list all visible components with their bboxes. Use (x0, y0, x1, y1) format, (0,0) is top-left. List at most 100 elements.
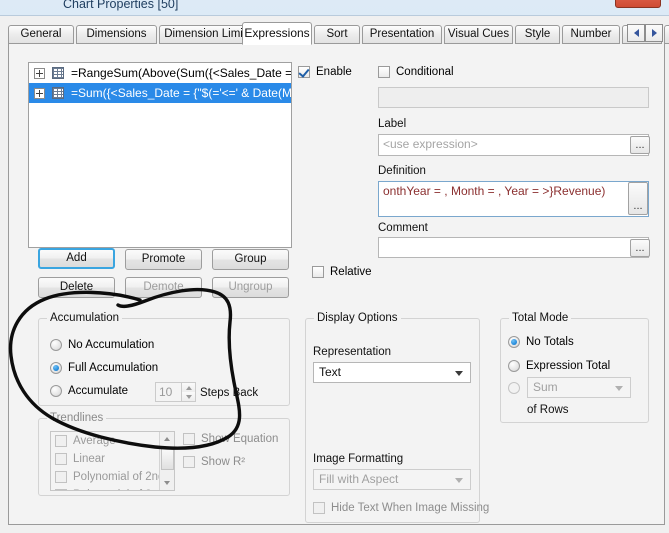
label-expression-builder-button[interactable]: ... (630, 136, 650, 154)
expression-list[interactable]: =RangeSum(Above(Sum({<Sales_Date = {"$ =… (28, 62, 292, 248)
conditional-label: Conditional (396, 66, 454, 78)
tab-number[interactable]: Number (562, 25, 620, 44)
tabstrip: General Dimensions Dimension Limits Expr… (8, 22, 669, 45)
relative-checkbox-row[interactable]: Relative (312, 266, 372, 278)
tab-layout[interactable]: La (664, 25, 669, 44)
representation-value: Text (319, 365, 342, 379)
chevron-right-icon (651, 29, 657, 37)
promote-button[interactable]: Promote (125, 249, 202, 270)
close-window-button[interactable] (615, 0, 661, 8)
relative-checkbox[interactable] (312, 266, 324, 278)
steps-back-spin-buttons[interactable] (181, 382, 196, 402)
caret-down-icon (185, 394, 192, 399)
trendlines-group-title: Trendlines (47, 412, 107, 424)
tab-visual-cues[interactable]: Visual Cues (444, 25, 513, 44)
aggregation-value: Sum (533, 380, 558, 394)
trendlines-list[interactable]: Average Linear Polynomial of 2nd d Polyn… (50, 431, 175, 491)
no-totals-label: No Totals (526, 336, 574, 348)
full-accumulation-label: Full Accumulation (68, 362, 159, 374)
no-totals-radio[interactable] (508, 336, 520, 348)
trendlines-scroll-up-button[interactable] (160, 432, 174, 446)
hide-text-when-image-missing-label: Hide Text When Image Missing (331, 502, 490, 514)
definition-field-title: Definition (378, 165, 426, 177)
conditional-checkbox-row[interactable]: Conditional (378, 66, 454, 78)
expression-total-radio[interactable] (508, 360, 520, 372)
tab-style[interactable]: Style (515, 25, 560, 44)
image-formatting-select: Fill with Aspect (313, 469, 471, 490)
expression-list-item[interactable]: =RangeSum(Above(Sum({<Sales_Date = {"$ (29, 63, 291, 83)
tab-scroll-right-button[interactable] (645, 24, 663, 42)
window-title: Chart Properties [50] (63, 0, 179, 11)
accumulation-group-title: Accumulation (47, 312, 123, 324)
expand-icon[interactable] (34, 87, 45, 99)
trendlines-scroll-thumb[interactable] (161, 448, 174, 470)
expand-icon[interactable] (34, 67, 45, 79)
expression-text: =RangeSum(Above(Sum({<Sales_Date = {"$ (71, 66, 291, 80)
tab-general[interactable]: General (8, 25, 74, 44)
accumulate-radio[interactable] (50, 385, 62, 397)
comment-expression-builder-button[interactable]: ... (630, 239, 650, 257)
tab-expressions[interactable]: Expressions (242, 22, 312, 45)
no-accumulation-radio[interactable] (50, 339, 62, 351)
enable-checkbox[interactable] (298, 66, 310, 78)
show-r2-label: Show R² (201, 456, 246, 468)
chevron-down-icon (615, 386, 623, 391)
no-accumulation-radio-row[interactable]: No Accumulation (50, 339, 154, 351)
definition-input[interactable]: onthYear = , Month = , Year = >}Revenue) (378, 181, 649, 217)
representation-label: Representation (313, 346, 391, 358)
trendlines-scrollbar[interactable] (159, 432, 174, 490)
steps-back-label: Steps Back (200, 387, 259, 399)
conditional-expression-input[interactable] (378, 87, 649, 108)
trendline-poly3-checkbox (55, 489, 67, 490)
trendlines-scroll-down-button[interactable] (160, 476, 173, 490)
table-icon (52, 67, 64, 79)
group-button[interactable]: Group (212, 249, 289, 270)
caret-down-icon (163, 481, 170, 485)
trendline-label: Polynomial of 3rd d (73, 489, 171, 490)
show-equation-row: Show Equation (183, 433, 278, 445)
steps-back-value[interactable]: 10 (155, 382, 181, 402)
tab-dimensions[interactable]: Dimensions (76, 25, 157, 44)
demote-button: Demote (125, 277, 202, 298)
hide-text-when-image-missing-checkbox (313, 502, 325, 514)
conditional-checkbox[interactable] (378, 66, 390, 78)
steps-back-stepper[interactable]: 10 (155, 382, 196, 402)
steps-back-decrement-button[interactable] (182, 392, 195, 401)
label-field-title: Label (378, 118, 407, 130)
tab-presentation[interactable]: Presentation (362, 25, 442, 44)
steps-back-increment-button[interactable] (182, 383, 195, 392)
no-totals-radio-row[interactable]: No Totals (508, 336, 574, 348)
full-accumulation-radio[interactable] (50, 362, 62, 374)
accumulate-label: Accumulate (68, 385, 129, 397)
ungroup-button: Ungroup (212, 277, 289, 298)
full-accumulation-radio-row[interactable]: Full Accumulation (50, 362, 158, 374)
accumulate-radio-row[interactable]: Accumulate (50, 385, 128, 397)
trendline-average-checkbox (55, 435, 67, 447)
trendline-label: Linear (73, 453, 105, 465)
delete-button[interactable]: Delete (38, 277, 115, 298)
aggregation-radio-row[interactable] (508, 382, 526, 394)
tab-scroll-left-button[interactable] (627, 24, 645, 42)
expression-total-label: Expression Total (526, 360, 611, 372)
expression-list-item[interactable]: =Sum({<Sales_Date = {"$(='<=' & Date(Max… (29, 83, 291, 103)
tab-sort[interactable]: Sort (314, 25, 360, 44)
label-input[interactable]: <use expression> (378, 134, 649, 156)
add-button[interactable]: Add (38, 248, 115, 269)
expression-text: =Sum({<Sales_Date = {"$(='<=' & Date(Max… (71, 86, 291, 100)
table-icon (52, 87, 64, 99)
enable-checkbox-row[interactable]: Enable (298, 66, 352, 78)
trendline-item[interactable]: Linear (51, 450, 174, 468)
representation-select[interactable]: Text (313, 362, 471, 383)
window-titlebar: Chart Properties [50] (0, 0, 669, 15)
show-r2-checkbox (183, 456, 195, 468)
trendline-item[interactable]: Average (51, 432, 174, 450)
expression-total-radio-row[interactable]: Expression Total (508, 360, 610, 372)
aggregation-radio[interactable] (508, 382, 520, 394)
trendline-poly2-checkbox (55, 471, 67, 483)
hide-text-when-image-missing-row: Hide Text When Image Missing (313, 502, 489, 514)
trendline-item[interactable]: Polynomial of 3rd d (51, 486, 174, 490)
caret-up-icon (164, 437, 170, 441)
comment-input[interactable] (378, 237, 649, 258)
definition-expression-builder-button[interactable]: ... (628, 182, 648, 215)
trendline-item[interactable]: Polynomial of 2nd d (51, 468, 174, 486)
